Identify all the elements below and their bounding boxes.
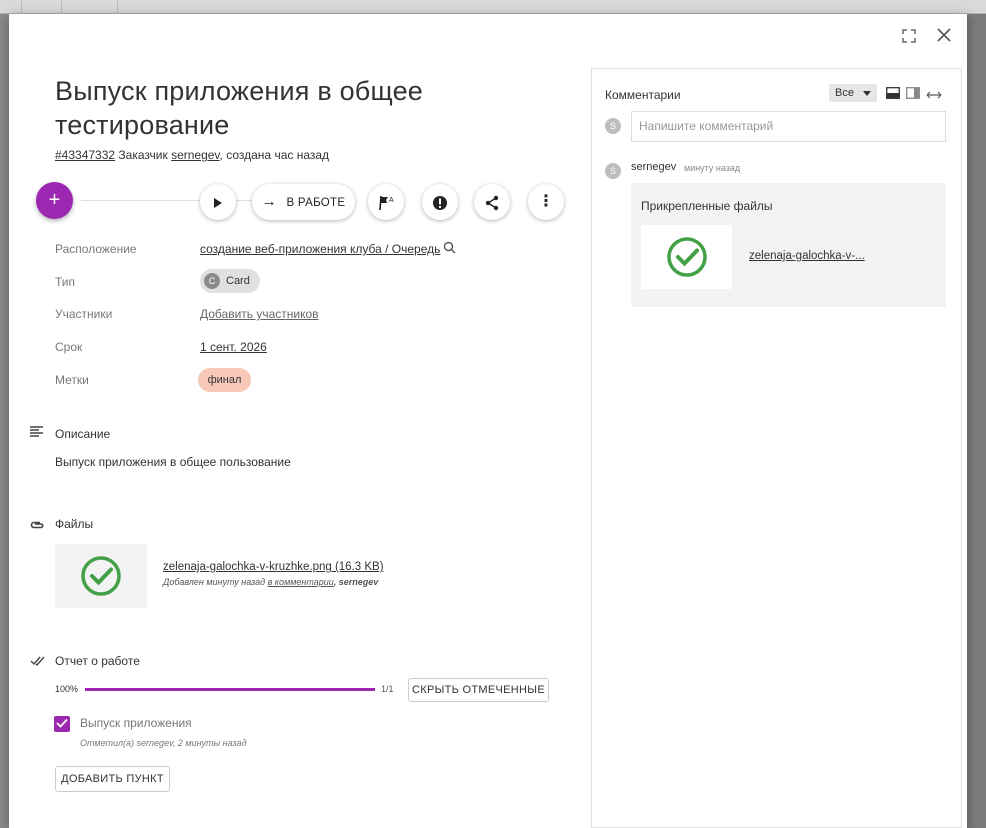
report-heading: Отчет о работе bbox=[55, 654, 140, 668]
progress-bar bbox=[85, 688, 375, 691]
description-heading: Описание bbox=[55, 427, 111, 441]
comment-author-avatar: S bbox=[605, 163, 621, 179]
comment-author[interactable]: sernegev bbox=[631, 161, 676, 173]
due-label: Срок bbox=[55, 340, 83, 354]
file-added-info: Добавлен минуту назад в комментарии, ser… bbox=[163, 577, 378, 587]
file-thumbnail[interactable] bbox=[55, 544, 147, 608]
status-label: В РАБОТЕ bbox=[286, 197, 346, 209]
file-added-prefix: Добавлен минуту назад bbox=[163, 577, 268, 587]
location-label: Расположение bbox=[55, 242, 137, 256]
file-comment-link[interactable]: в комментарии bbox=[268, 577, 334, 587]
check-circle-icon bbox=[81, 556, 121, 596]
file-added-by: , sernegev bbox=[333, 577, 379, 587]
background-cell bbox=[0, 0, 22, 14]
check-circle-icon bbox=[667, 237, 707, 277]
current-user-avatar: S bbox=[605, 118, 621, 134]
task-modal: Выпуск приложения в общее тестирование #… bbox=[9, 14, 967, 828]
close-icon[interactable] bbox=[935, 26, 953, 49]
checklist-item-label[interactable]: Выпуск приложения bbox=[80, 716, 192, 730]
comments-heading: Комментарии bbox=[605, 88, 681, 102]
customer-link[interactable]: sernegev bbox=[171, 148, 219, 162]
more-icon: ⋮ bbox=[538, 193, 554, 210]
toolbar-divider bbox=[81, 200, 267, 201]
location-link[interactable]: создание веб-приложения клуба / Очередь bbox=[200, 242, 440, 256]
more-options-button[interactable]: ⋮ bbox=[528, 184, 564, 220]
due-date-link[interactable]: 1 сент. 2026 bbox=[200, 340, 267, 354]
comments-panel: Комментарии Все S Напишите комментарий S… bbox=[591, 68, 962, 828]
description-text[interactable]: Выпуск приложения в общее пользование bbox=[55, 455, 291, 469]
layout-side-icon[interactable] bbox=[906, 86, 920, 104]
type-letter-avatar: C bbox=[204, 273, 220, 289]
add-item-button[interactable]: ДОБАВИТЬ ПУНКТ bbox=[55, 766, 170, 792]
fullscreen-icon[interactable] bbox=[901, 28, 917, 49]
add-members-link[interactable]: Добавить участников bbox=[200, 307, 319, 321]
task-title: Выпуск приложения в общее тестирование bbox=[55, 76, 423, 140]
flag-icon: A bbox=[379, 196, 394, 211]
members-label: Участники bbox=[55, 307, 113, 321]
tag-chip[interactable]: финал bbox=[198, 368, 251, 392]
tags-label: Метки bbox=[55, 373, 89, 387]
share-button[interactable] bbox=[474, 184, 510, 220]
share-icon bbox=[485, 196, 499, 211]
attachments-heading: Прикрепленные файлы bbox=[641, 199, 773, 213]
svg-text:A: A bbox=[389, 197, 394, 204]
alert-icon bbox=[433, 196, 447, 211]
comments-filter-dropdown[interactable]: Все bbox=[829, 84, 877, 102]
progress-percent: 100% bbox=[55, 684, 79, 694]
progress-count: 1/1 bbox=[381, 684, 394, 694]
comment-input[interactable]: Напишите комментарий bbox=[631, 111, 946, 142]
hide-checked-button[interactable]: СКРЫТЬ ОТМЕЧЕННЫЕ bbox=[408, 678, 549, 702]
status-button[interactable]: → В РАБОТЕ bbox=[252, 184, 355, 220]
checklist-item-meta: Отметил(а) sernegev, 2 минуты назад bbox=[80, 738, 247, 748]
files-heading: Файлы bbox=[55, 517, 94, 531]
play-button[interactable] bbox=[200, 184, 236, 220]
double-check-icon bbox=[30, 654, 46, 669]
alert-button[interactable] bbox=[422, 184, 458, 220]
task-meta: #43347332 Заказчик sernegev, создана час… bbox=[55, 148, 329, 162]
task-id-link[interactable]: #43347332 bbox=[55, 148, 115, 162]
type-chip[interactable]: C Card bbox=[200, 269, 260, 293]
checklist-checkbox[interactable] bbox=[54, 716, 70, 732]
attachment-name-link[interactable]: zelenaja-galochka-v-... bbox=[749, 250, 865, 262]
type-label: Тип bbox=[55, 275, 76, 289]
background-app-strip bbox=[0, 0, 986, 14]
search-icon[interactable] bbox=[443, 241, 456, 259]
created-text: , создана час назад bbox=[219, 148, 330, 162]
comment-time: минуту назад bbox=[684, 163, 741, 173]
background-overlay bbox=[0, 14, 9, 828]
expand-horizontal-icon[interactable] bbox=[926, 87, 942, 105]
layout-bottom-icon[interactable] bbox=[886, 86, 900, 104]
background-cell bbox=[62, 0, 118, 14]
priority-flag-button[interactable]: A bbox=[368, 184, 404, 220]
arrow-right-icon: → bbox=[261, 193, 277, 210]
add-button[interactable]: + bbox=[36, 182, 73, 219]
type-value: Card bbox=[226, 275, 250, 287]
attachment-thumbnail[interactable] bbox=[641, 225, 732, 289]
paperclip-icon bbox=[30, 518, 44, 533]
comment-attachment-box: Прикрепленные файлы zelenaja-galochka-v-… bbox=[631, 183, 946, 307]
chevron-down-icon bbox=[863, 90, 872, 96]
background-cell bbox=[22, 0, 62, 14]
file-name-link[interactable]: zelenaja-galochka-v-kruzhke.png (16.3 KB… bbox=[163, 561, 384, 573]
filter-value: Все bbox=[835, 87, 854, 99]
description-icon bbox=[30, 426, 43, 441]
customer-label: Заказчик bbox=[118, 148, 168, 162]
